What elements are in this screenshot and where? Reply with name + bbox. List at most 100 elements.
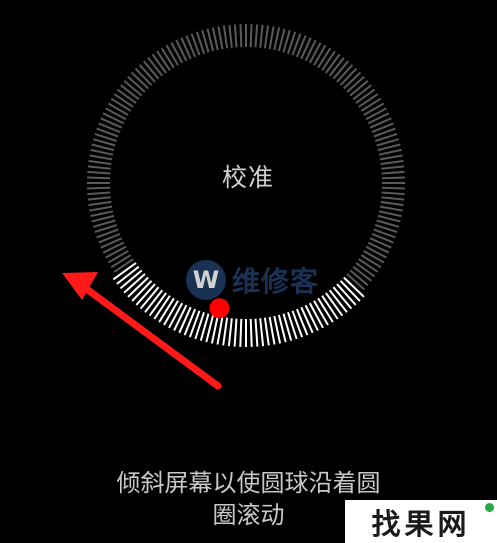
calibration-tick	[105, 245, 127, 259]
calibration-tick	[263, 25, 270, 49]
calibration-tick	[217, 26, 224, 50]
calibration-tick	[123, 80, 143, 97]
calibration-tick	[249, 318, 253, 347]
calibration-tick	[304, 304, 319, 331]
compass-calibration-screen: 校准 W 维修客 倾斜屏幕以使圆球沿着圆 圈滚动 找果网	[0, 0, 497, 543]
calibration-tick	[377, 214, 401, 223]
calibration-tick	[360, 97, 382, 112]
calibration-tick	[254, 24, 259, 48]
calibration-tick	[175, 39, 188, 62]
calibration-tick	[87, 191, 111, 196]
calibration-tick	[332, 60, 349, 80]
calibration-tick	[91, 214, 115, 223]
calibration-tick	[222, 317, 229, 346]
calibration-tick	[308, 42, 322, 64]
calibration-tick	[336, 64, 354, 83]
calibration-tick	[147, 57, 164, 77]
calibration-tick	[355, 262, 376, 278]
calibration-tick	[113, 93, 134, 108]
calibration-tick	[143, 60, 160, 80]
calibration-tick	[87, 165, 111, 170]
corner-watermark-text: 找果网	[371, 506, 471, 541]
calibration-tick	[88, 200, 112, 207]
calibration-tick	[127, 75, 146, 93]
corner-badge-icon	[485, 503, 494, 512]
site-watermark: W 维修客	[186, 259, 319, 301]
calibration-tick	[183, 308, 197, 336]
calibration-tick	[102, 241, 125, 254]
calibration-tick	[268, 26, 275, 50]
calibration-tick	[300, 306, 314, 334]
calibration-tick	[151, 53, 167, 74]
calibration-tick	[381, 186, 405, 190]
calibration-tick	[228, 24, 233, 48]
calibration-tick	[88, 159, 112, 166]
calibration-tick	[160, 47, 175, 69]
calibration-tick	[352, 265, 372, 282]
calibration-tick	[363, 102, 385, 116]
calibration-tick	[380, 200, 404, 207]
calibration-tick	[107, 102, 129, 116]
calibration-tick	[381, 196, 405, 201]
calibration-tick	[239, 318, 243, 347]
instruction-line-1: 倾斜屏幕以使圆球沿着圆	[116, 469, 381, 497]
calibration-tick	[222, 25, 229, 49]
calibration-tick	[156, 50, 171, 71]
calibration-tick	[259, 24, 264, 48]
calibration-tick	[381, 170, 405, 175]
calibration-tick	[268, 316, 276, 345]
calibration-tick	[277, 28, 286, 52]
calibration-tick	[325, 53, 341, 74]
calibration-tick	[304, 39, 317, 62]
calibration-tick	[216, 316, 224, 345]
calibration-tick	[349, 269, 369, 286]
calibration-tick	[295, 308, 309, 336]
calibration-tick	[313, 44, 327, 66]
calibration-tick	[102, 112, 125, 125]
calibration-tick	[379, 205, 403, 212]
calibration-tick	[349, 80, 369, 97]
calibration-ball[interactable]	[209, 298, 230, 319]
calibration-tick	[233, 318, 238, 347]
calibration-tick	[346, 75, 365, 93]
calibration-tick	[87, 170, 111, 175]
calibration-tick	[381, 165, 405, 170]
calibration-tick	[317, 47, 332, 69]
calibration-tick	[352, 84, 372, 101]
calibration-tick	[227, 318, 233, 347]
watermark-logo-icon: W	[186, 260, 226, 300]
calibration-tick	[87, 196, 111, 201]
calibration-tick	[211, 27, 219, 51]
calibration-tick	[239, 24, 243, 48]
calibration-tick	[87, 176, 111, 180]
calibration-tick	[206, 28, 215, 52]
calibration-tick	[233, 24, 238, 48]
calibration-tick	[263, 317, 270, 346]
calibration-tick	[367, 241, 390, 254]
calibration-tick	[254, 318, 259, 347]
calibration-tick	[358, 258, 379, 273]
calibration-tick	[365, 107, 387, 121]
calibration-tick	[116, 88, 137, 104]
calibration-title: 校准	[221, 163, 274, 192]
calibration-tick	[87, 186, 111, 190]
calibration-tick	[173, 304, 188, 331]
calibration-tick	[355, 88, 376, 104]
calibration-tick	[90, 148, 114, 156]
calibration-tick	[89, 154, 113, 161]
watermark-text: 维修客	[232, 265, 320, 298]
calibration-tick	[110, 97, 132, 112]
calibration-tick	[110, 254, 132, 269]
calibration-tick	[170, 42, 184, 64]
calibration-tick	[120, 84, 140, 101]
calibration-tick	[259, 318, 265, 347]
calibration-tick	[380, 159, 404, 166]
calibration-tick	[378, 148, 402, 156]
calibration-tick	[367, 112, 390, 125]
calibration-tick	[377, 143, 401, 152]
calibration-tick	[165, 44, 179, 66]
calibration-tick	[91, 143, 115, 152]
calibration-tick	[178, 306, 192, 334]
calibration-tick	[90, 210, 114, 218]
calibration-tick	[89, 205, 113, 212]
